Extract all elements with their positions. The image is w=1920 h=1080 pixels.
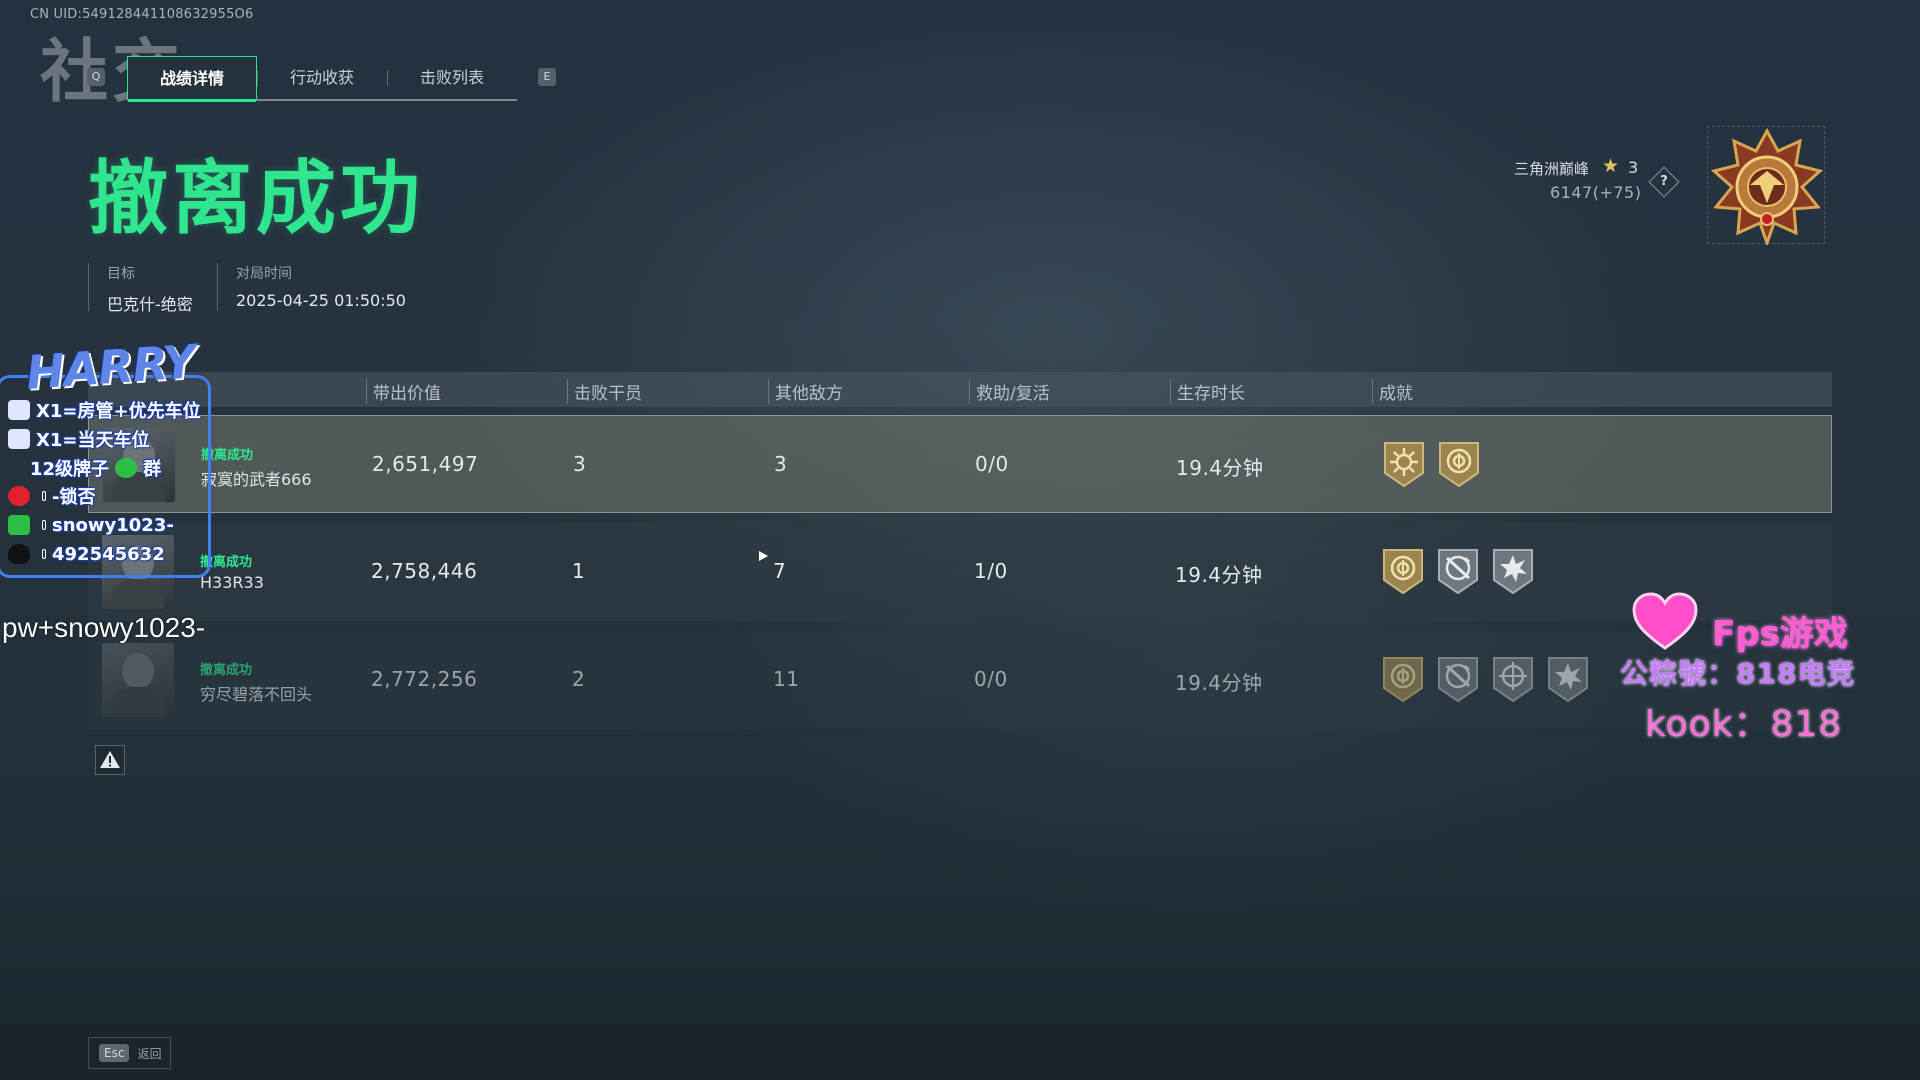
burst-badge-icon[interactable] <box>1545 654 1591 704</box>
rank-help-icon[interactable]: ? <box>1648 166 1680 198</box>
mouse-cursor-icon <box>759 551 768 561</box>
target-info: 目标 巴克什-绝密 <box>88 263 193 314</box>
fps-kook-text: kook：818 <box>1645 704 1843 745</box>
target-badge-icon[interactable] <box>1380 546 1426 596</box>
help-question-mark: ? <box>1660 174 1668 189</box>
overlay-line: X1=当天车位 <box>8 428 150 451</box>
avatar-head <box>122 653 154 689</box>
rank-name: 三角洲巅峰 <box>1514 160 1590 178</box>
heart-icon <box>1632 592 1698 650</box>
fps-game-title: Fps游戏 <box>1712 614 1848 654</box>
overlay-text: 12级牌子 <box>30 459 110 480</box>
header-other-enemies: 其他敌方 <box>768 379 843 404</box>
other-enemies: 3 <box>774 452 788 476</box>
match-time-info: 对局时间 2025-04-25 01:50:50 <box>217 263 406 311</box>
assist-revive: 0/0 <box>975 452 1009 476</box>
table-row[interactable]: 撤离成功 H33R33 2,758,446 1 7 1/0 19.4分钟 <box>88 523 1832 621</box>
tab-operation-gains[interactable]: 行动收获 <box>257 56 387 99</box>
overlay-line: snowy1023- <box>8 514 174 536</box>
crosshair-badge-icon[interactable] <box>1490 654 1536 704</box>
overlay-line: 12级牌子 群 <box>30 457 162 480</box>
header-achievements: 成就 <box>1372 379 1413 404</box>
overlay-text: X1=当天车位 <box>36 430 150 451</box>
rank-emblem <box>1707 126 1825 248</box>
sun-badge-icon[interactable] <box>1381 439 1427 489</box>
header-assist-revive: 救助/复活 <box>969 379 1050 404</box>
warning-icon <box>100 751 120 768</box>
target-badge-icon[interactable] <box>1380 654 1426 704</box>
esc-key-hint: Esc <box>99 1044 130 1062</box>
player-avatar <box>102 643 174 717</box>
player-name: H33R33 <box>200 573 264 592</box>
header-operator-kills: 击败干员 <box>567 379 642 404</box>
extracted-value: 2,772,256 <box>371 667 478 691</box>
prev-tab-key-hint[interactable]: Q <box>87 68 105 86</box>
scoreboard-header: 带出价值 击败干员 其他敌方 救助/复活 生存时长 成就 <box>88 372 1832 407</box>
overlay-text: snowy1023- <box>52 514 174 536</box>
operator-kills: 1 <box>572 559 586 583</box>
next-tab-key-hint[interactable]: E <box>538 68 556 86</box>
overlay-line: 492545632 <box>8 543 165 565</box>
plane-icon <box>8 429 30 449</box>
rank-star-count: 3 <box>1628 158 1639 177</box>
target-value: 巴克什-绝密 <box>107 295 193 314</box>
assist-revive: 0/0 <box>974 667 1008 691</box>
table-row[interactable]: 撤离成功 穷尽碧落不回头 2,772,256 2 11 0/0 19.4分钟 <box>88 631 1832 729</box>
wechat-icon <box>8 515 30 535</box>
overlay-text: X1=房管+优先车位 <box>36 401 201 422</box>
avatar-body <box>112 579 164 609</box>
survival-time: 19.4分钟 <box>1176 456 1264 480</box>
player-name: 穷尽碧落不回头 <box>200 685 313 704</box>
overlay-password-text: pw+snowy1023- <box>2 612 206 643</box>
car-icon <box>8 400 30 420</box>
overlay-text: 492545632 <box>52 543 165 565</box>
other-enemies: 11 <box>773 667 800 691</box>
overlay-text: 群 <box>143 459 162 480</box>
separator-icon <box>42 549 46 559</box>
tab-battle-details[interactable]: 战绩详情 <box>127 56 257 102</box>
extracted-value: 2,758,446 <box>371 559 478 583</box>
wechat-icon <box>115 458 138 478</box>
rank-points: 6147(+75) <box>1550 183 1642 202</box>
qq-icon <box>8 544 30 564</box>
overlay-line: X1=房管+优先车位 <box>8 399 201 422</box>
header-extracted-value: 带出价值 <box>366 379 441 404</box>
target-badge-icon[interactable] <box>1436 439 1482 489</box>
avatar-body <box>112 687 164 717</box>
operator-kills: 2 <box>572 667 586 691</box>
extraction-result-title: 撤离成功 <box>88 152 424 245</box>
tab-defeat-list[interactable]: 击败列表 <box>387 56 517 99</box>
wrench-badge-icon[interactable] <box>1435 546 1481 596</box>
player-name: 寂寞的武者666 <box>201 470 312 489</box>
back-button[interactable]: Esc 返回 <box>88 1037 171 1069</box>
target-label: 目标 <box>107 266 135 282</box>
overlay-line: -锁否 <box>8 485 96 508</box>
star-icon: ★ <box>1602 155 1620 177</box>
report-button[interactable] <box>95 745 125 775</box>
rank-medal-icon <box>1710 127 1824 248</box>
weibo-icon <box>8 486 30 506</box>
separator-icon <box>42 491 46 501</box>
other-enemies: 7 <box>773 559 787 583</box>
table-row[interactable]: 撤离成功 寂寞的武者666 2,651,497 3 3 0/0 19.4分钟 <box>88 415 1832 513</box>
back-label: 返回 <box>137 1046 162 1061</box>
bottom-bar <box>0 1023 1920 1080</box>
match-time-value: 2025-04-25 01:50:50 <box>236 291 406 310</box>
result-tabs: 战绩详情 行动收获 击败列表 <box>127 56 517 102</box>
player-extraction-status: 撤离成功 <box>200 663 253 678</box>
match-time-label: 对局时间 <box>236 266 292 282</box>
burst-badge-icon[interactable] <box>1490 546 1536 596</box>
survival-time: 19.4分钟 <box>1175 671 1263 695</box>
survival-time: 19.4分钟 <box>1175 563 1263 587</box>
fps-account-text: 公粽號：818电竞 <box>1620 657 1856 690</box>
overlay-text: -锁否 <box>52 487 96 508</box>
header-survival-time: 生存时长 <box>1170 379 1245 404</box>
separator-icon <box>42 520 46 530</box>
extracted-value: 2,651,497 <box>372 452 479 476</box>
wrench-badge-icon[interactable] <box>1435 654 1481 704</box>
operator-kills: 3 <box>573 452 587 476</box>
assist-revive: 1/0 <box>974 559 1008 583</box>
